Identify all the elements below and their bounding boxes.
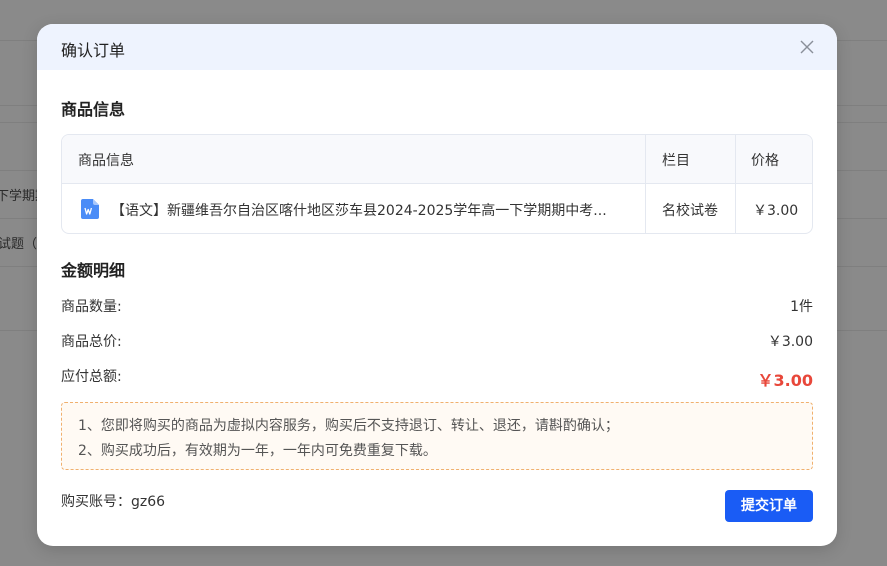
- quantity-value: 1件: [790, 299, 813, 315]
- column-header-category: 栏目: [662, 153, 690, 169]
- payable-label: 应付总额:: [61, 369, 122, 385]
- column-header-price: 价格: [751, 153, 779, 169]
- goods-name[interactable]: 【语文】新疆维吾尔自治区喀什地区莎车县2024-2025学年高一下学期期中考..…: [111, 200, 631, 220]
- quantity-label: 商品数量:: [61, 299, 122, 315]
- purchase-account: 购买账号：gz66: [61, 494, 166, 510]
- goods-section-title: 商品信息: [61, 100, 126, 119]
- column-divider: [645, 135, 646, 233]
- background-text: 试题（: [0, 237, 38, 252]
- confirm-order-dialog: 确认订单 商品信息 商品信息 栏目 价格 【语文】新疆维吾尔自治区喀什地区莎车县…: [37, 24, 837, 546]
- goods-category: 名校试卷: [662, 203, 718, 219]
- total-price-label: 商品总价:: [61, 334, 122, 350]
- column-header-goods: 商品信息: [78, 153, 134, 169]
- column-divider: [735, 135, 736, 233]
- submit-order-button[interactable]: 提交订单: [725, 490, 813, 522]
- total-price-value: ￥3.00: [767, 334, 813, 350]
- notice-line: 2、购买成功后，有效期为一年，一年内可免费重复下载。: [78, 443, 437, 459]
- goods-price: ￥3.00: [753, 203, 799, 219]
- close-icon: [800, 40, 814, 54]
- payable-value: ￥3.00: [757, 371, 813, 390]
- table-header: [62, 135, 812, 184]
- goods-table: 商品信息 栏目 价格 【语文】新疆维吾尔自治区喀什地区莎车县2024-2025学…: [61, 134, 813, 234]
- dialog-header: 确认订单: [37, 24, 837, 70]
- amount-section-title: 金额明细: [61, 261, 126, 280]
- notice-line: 1、您即将购买的商品为虚拟内容服务，购买后不支持退订、转让、退还，请斟酌确认；: [78, 418, 619, 434]
- word-doc-icon: [81, 199, 99, 219]
- close-button[interactable]: [797, 37, 817, 57]
- dialog-title: 确认订单: [61, 41, 126, 60]
- purchase-notice: 1、您即将购买的商品为虚拟内容服务，购买后不支持退订、转让、退还，请斟酌确认； …: [61, 402, 813, 470]
